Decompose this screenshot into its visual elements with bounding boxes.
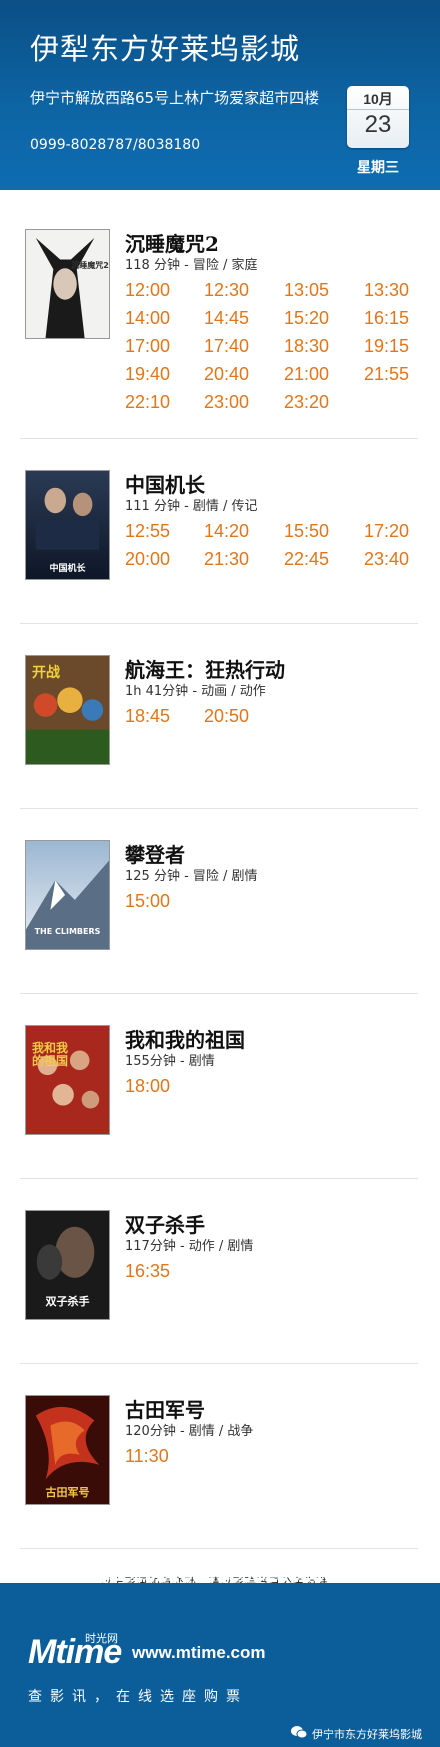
showtime-button[interactable]: 21:55 [364, 364, 409, 385]
movie-title[interactable]: 中国机长 [125, 469, 205, 498]
wechat-icon [291, 1726, 308, 1739]
mtime-slogan: 查影讯，在线选座购票 [28, 1689, 248, 1705]
divider [20, 808, 418, 809]
showtime-button[interactable]: 22:10 [125, 392, 170, 413]
showtime-button[interactable]: 20:00 [125, 549, 170, 570]
poster-caption: 开战 [32, 665, 60, 681]
showtime-button[interactable]: 12:30 [204, 280, 249, 301]
divider [20, 1548, 418, 1549]
showtime-button[interactable]: 13:30 [364, 280, 409, 301]
mtime-url-link[interactable]: www.mtime.com [132, 1643, 266, 1663]
weekday-label: 星期三 [357, 160, 399, 176]
showtime-button[interactable]: 17:40 [204, 336, 249, 357]
showtime-button[interactable]: 20:50 [204, 706, 249, 727]
showtime-button[interactable]: 23:40 [364, 549, 409, 570]
divider [20, 1178, 418, 1179]
showtime-button[interactable]: 15:00 [125, 891, 170, 912]
movie-title[interactable]: 攀登者 [125, 839, 185, 868]
movie-meta: 155分钟 - 剧情 [125, 1054, 215, 1069]
showtime-button[interactable]: 14:45 [204, 308, 249, 329]
cinema-phone[interactable]: 0999-8028787/8038180 [30, 137, 200, 153]
movie-meta: 111 分钟 - 剧情 / 传记 [125, 499, 258, 514]
showtime-button[interactable]: 20:40 [204, 364, 249, 385]
showtime-button[interactable]: 21:00 [284, 364, 329, 385]
movie-poster[interactable]: 沉睡魔咒2 [25, 229, 110, 339]
movie-title[interactable]: 古田军号 [125, 1394, 205, 1423]
movie-meta: 1h 41分钟 - 动画 / 动作 [125, 684, 266, 699]
movie-title[interactable]: 我和我的祖国 [125, 1024, 245, 1053]
movie-poster[interactable]: THE CLIMBERS [25, 840, 110, 950]
poster-caption: 沉睡魔咒2 [71, 261, 109, 270]
calendar-day: 23 [364, 111, 392, 138]
showtime-button[interactable]: 12:00 [125, 280, 170, 301]
showtime-button[interactable]: 15:50 [284, 521, 329, 542]
divider [20, 623, 418, 624]
showtime-button[interactable]: 17:20 [364, 521, 409, 542]
poster-caption: 我和我的祖国 [31, 1041, 68, 1068]
calendar-divider [347, 109, 409, 110]
showtime-button[interactable]: 21:30 [204, 549, 249, 570]
movie-poster[interactable]: 古田军号 [25, 1395, 110, 1505]
poster-caption: 中国机长 [49, 564, 86, 574]
showtime-button[interactable]: 13:05 [284, 280, 329, 301]
showtime-button[interactable]: 16:15 [364, 308, 409, 329]
showtime-button[interactable]: 17:00 [125, 336, 170, 357]
poster-caption: THE CLIMBERS [34, 927, 101, 936]
movie-meta: 120分钟 - 剧情 / 战争 [125, 1424, 254, 1439]
showtime-button[interactable]: 15:20 [284, 308, 329, 329]
showtime-button[interactable]: 14:00 [125, 308, 170, 329]
movie-meta: 117分钟 - 动作 / 剧情 [125, 1239, 254, 1254]
showtime-button[interactable]: 22:45 [284, 549, 329, 570]
ticket-edge-top [0, 186, 440, 196]
calendar-month: 10月 [363, 91, 393, 107]
showtime-button[interactable]: 16:35 [125, 1261, 170, 1282]
calendar-icon: 10月 23 [347, 86, 409, 148]
movie-meta: 118 分钟 - 冒险 / 家庭 [125, 258, 258, 273]
showtime-button[interactable]: 23:20 [284, 392, 329, 413]
poster-image [26, 230, 109, 338]
showtime-button[interactable]: 23:00 [204, 392, 249, 413]
cinema-name: 伊犁东方好莱坞影城 [30, 32, 301, 66]
movie-poster[interactable]: 开战 [25, 655, 110, 765]
showtime-button[interactable]: 19:15 [364, 336, 409, 357]
movie-poster[interactable]: 中国机长 [25, 470, 110, 580]
movie-title[interactable]: 航海王：狂热行动 [125, 654, 285, 683]
showtime-button[interactable]: 14:20 [204, 521, 249, 542]
mtime-footer: Mtime 时光网 www.mtime.com 查影讯，在线选座购票 伊宁市东方… [0, 1583, 440, 1747]
wechat-account-name: 伊宁市东方好莱坞影城 [312, 1728, 422, 1741]
poster-caption: 古田军号 [45, 1486, 90, 1499]
cinema-address: 伊宁市解放西路65号上林广场爱家超市四楼 [30, 89, 320, 107]
movie-title[interactable]: 沉睡魔咒2 [125, 228, 219, 257]
showtime-button[interactable]: 11:30 [125, 1446, 169, 1467]
movie-title[interactable]: 双子杀手 [125, 1209, 205, 1238]
divider [20, 1363, 418, 1364]
cinema-header: 伊犁东方好莱坞影城 伊宁市解放西路65号上林广场爱家超市四楼 0999-8028… [0, 0, 440, 190]
showtime-button[interactable]: 18:45 [125, 706, 170, 727]
movie-meta: 125 分钟 - 冒险 / 剧情 [125, 869, 258, 884]
showtime-button[interactable]: 19:40 [125, 364, 170, 385]
showtime-button[interactable]: 18:30 [284, 336, 329, 357]
movie-poster[interactable]: 双子杀手 [25, 1210, 110, 1320]
mtime-logo-cn: 时光网 [85, 1632, 118, 1645]
divider [20, 438, 418, 439]
poster-caption: 双子杀手 [45, 1295, 90, 1308]
ticket-edge-bottom [0, 1578, 440, 1588]
showtime-button[interactable]: 18:00 [125, 1076, 170, 1097]
movie-poster[interactable]: 我和我的祖国 [25, 1025, 110, 1135]
showtime-button[interactable]: 12:55 [125, 521, 170, 542]
divider [20, 993, 418, 994]
